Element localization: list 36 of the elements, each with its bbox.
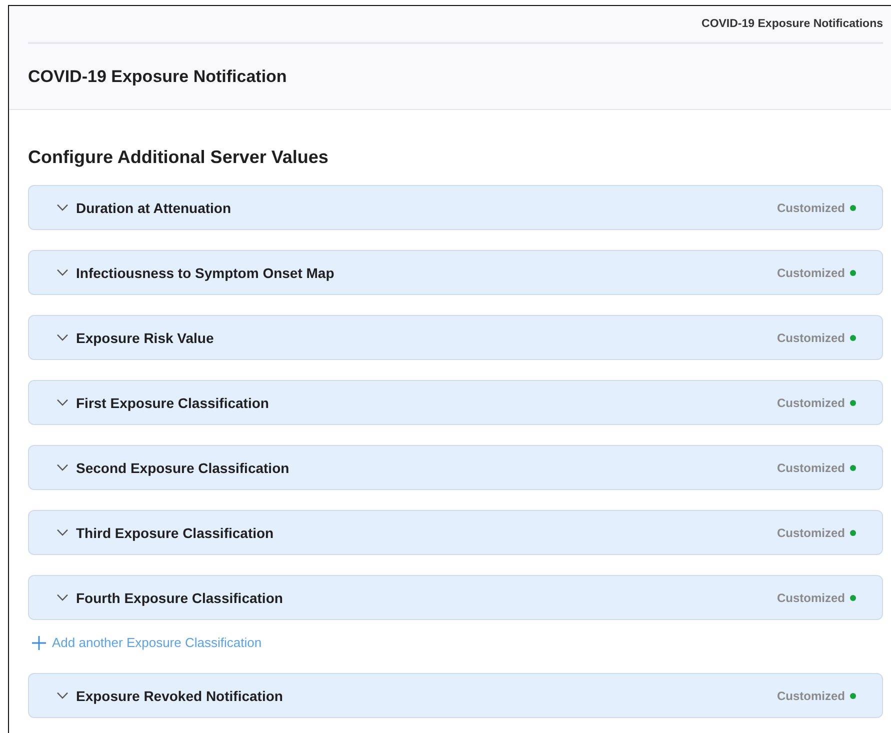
chevron-icon xyxy=(57,529,68,536)
status-label: Customized xyxy=(776,688,845,702)
accordion-panel[interactable]: Duration at Attenuation Customized xyxy=(28,185,883,230)
accordion-panel[interactable]: First Exposure Classification Customized xyxy=(28,380,883,425)
accordion-panel[interactable]: Third Exposure Classification Customized xyxy=(28,510,883,555)
panel-title: Infectiousness to Symptom Onset Map xyxy=(76,264,336,280)
chevron-icon xyxy=(57,334,68,341)
chevron-icon xyxy=(57,399,68,406)
accordion-panel[interactable]: Second Exposure Classification Customized xyxy=(28,445,883,490)
breadcrumb-link[interactable]: COVID-19 Exposure Notifications xyxy=(702,18,883,30)
panel-title: Third Exposure Classification xyxy=(76,524,275,540)
accordion-panel[interactable]: Exposure Risk Value Customized xyxy=(28,315,883,360)
status-label: Customized xyxy=(776,330,845,344)
status-label: Customized xyxy=(776,200,845,214)
accordion-panel[interactable]: Fourth Exposure Classification Customized xyxy=(28,575,883,620)
status-label: Customized xyxy=(776,266,845,280)
panel-title: Duration at Attenuation xyxy=(76,200,232,216)
plus-icon xyxy=(32,636,46,650)
panel-title: First Exposure Classification xyxy=(76,394,270,410)
chevron-icon xyxy=(57,692,68,699)
panel-title: Second Exposure Classification xyxy=(76,460,290,476)
panel-title: Exposure Revoked Notification xyxy=(76,688,284,704)
chevron-icon xyxy=(57,204,68,211)
status-label: Customized xyxy=(776,396,845,410)
panel-title: Exposure Risk Value xyxy=(76,330,215,346)
chevron-icon xyxy=(57,594,68,601)
status-label: Customized xyxy=(776,460,845,474)
section-title: Configure Additional Server Values xyxy=(28,146,330,169)
page-title: COVID-19 Exposure Notification xyxy=(28,66,288,88)
accordion-panel[interactable]: Infectiousness to Symptom Onset Map Customized xyxy=(28,250,883,295)
status-label: Customized xyxy=(776,526,845,540)
panel-title: Fourth Exposure Classification xyxy=(76,590,284,606)
status-label: Customized xyxy=(776,590,845,604)
accordion-panel[interactable]: Exposure Revoked Notification Customized xyxy=(28,673,883,718)
chevron-icon xyxy=(57,464,68,471)
chevron-icon xyxy=(57,269,68,276)
